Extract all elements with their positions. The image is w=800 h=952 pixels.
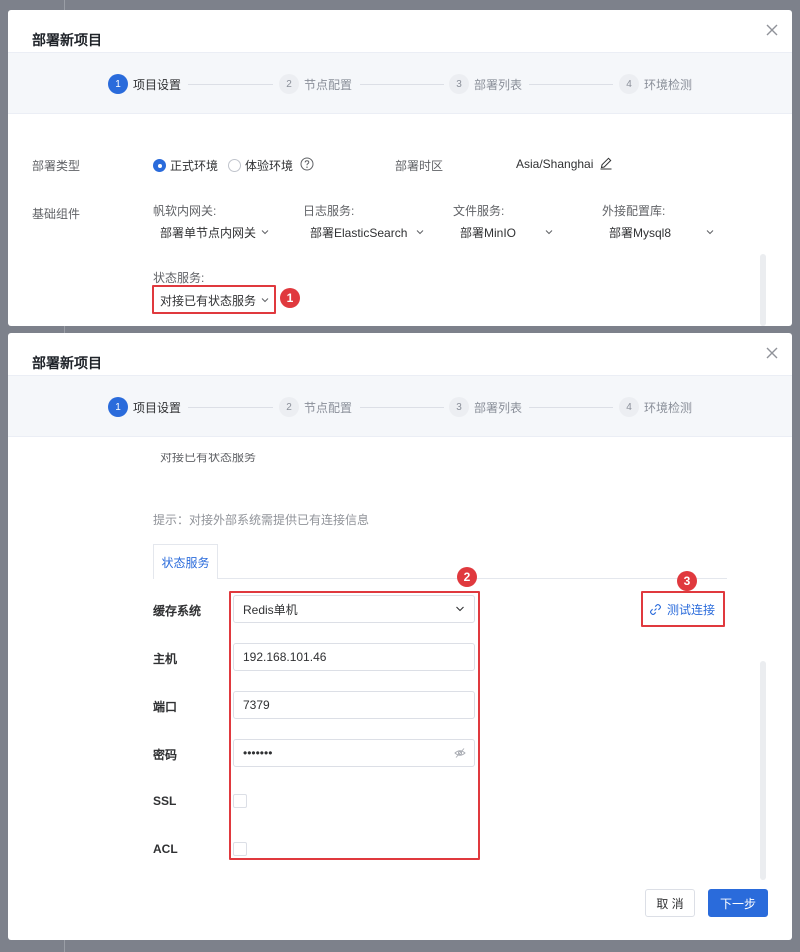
chevron-down-icon [261,230,269,235]
cancel-button[interactable]: 取 消 [645,889,695,917]
deploy-dialog-top: 部署新项目 1 项目设置 2 节点配置 3 部署列表 4 环境检测 部署类型 正… [8,10,792,326]
chevron-down-icon [417,230,424,235]
radio-production[interactable]: 正式环境 [153,157,218,174]
config-db-select[interactable]: 部署Mysql8 [609,221,715,243]
step-node-config: 2 节点配置 [279,397,352,417]
test-connection-button[interactable]: 测试连接 [649,601,715,618]
radio-dot [228,159,241,172]
annotation-badge-1: 1 [280,288,300,308]
cache-system-label: 缓存系统 [153,604,202,618]
annotation-badge-3: 3 [677,571,697,591]
scrollbar[interactable] [760,661,766,880]
edit-icon[interactable] [599,156,613,170]
state-service-select[interactable]: 对接已有状态服务 [160,289,270,311]
step-env-check: 4 环境检测 [619,74,692,94]
host-label: 主机 [153,652,178,666]
annotation-badge-2: 2 [457,567,477,587]
stepper: 1 项目设置 2 节点配置 3 部署列表 4 环境检测 [8,375,792,437]
step-connector [529,407,613,408]
step-deploy-list: 3 部署列表 [449,74,522,94]
chevron-down-icon [706,230,714,235]
annotation-box-2 [229,591,480,860]
close-icon[interactable] [764,345,780,361]
log-service-select[interactable]: 部署ElasticSearch [310,221,425,243]
ssl-checkbox[interactable] [233,794,247,808]
link-icon [650,604,661,615]
radio-trial[interactable]: 体验环境 [228,157,293,174]
step-project-settings: 1 项目设置 [108,397,181,417]
file-service-label: 文件服务: [453,204,505,218]
deploy-dialog-bottom: 部署新项目 1 项目设置 2 节点配置 3 部署列表 4 环境检测 对接已有状态… [8,333,792,940]
host-input[interactable]: 192.168.101.46 [233,643,475,671]
state-service-select-clipped: 对接已有状态服务 [160,453,257,463]
radio-dot [153,159,166,172]
tab-state-service[interactable]: 状态服务 [153,544,218,579]
state-service-label: 状态服务: [153,271,205,285]
stepper: 1 项目设置 2 节点配置 3 部署列表 4 环境检测 [8,52,792,114]
scrollbar[interactable] [760,254,766,326]
step-connector [529,84,613,85]
password-input[interactable]: ••••••• [233,739,475,767]
acl-label: ACL [153,842,178,856]
step-connector [188,407,273,408]
file-service-select[interactable]: 部署MinIO [460,221,554,243]
port-label: 端口 [153,700,178,714]
timezone-label: 部署时区 [395,159,444,173]
step-project-settings: 1 项目设置 [108,74,181,94]
step-connector [360,407,444,408]
chevron-down-icon [545,230,553,235]
acl-checkbox[interactable] [233,842,247,856]
chevron-down-icon [261,298,269,303]
port-input[interactable]: 7379 [233,691,475,719]
hint-text: 提示：对接外部系统需提供已有连接信息 [153,513,370,527]
next-step-button[interactable]: 下一步 [708,889,768,917]
timezone-value: Asia/Shanghai [516,157,594,171]
log-service-label: 日志服务: [303,204,355,218]
chevron-down-icon [456,606,464,612]
config-db-label: 外接配置库: [602,204,666,218]
step-env-check: 4 环境检测 [619,397,692,417]
ssl-label: SSL [153,794,177,808]
help-icon[interactable] [300,157,314,171]
gateway-select[interactable]: 部署单节点内网关 [160,221,270,243]
dialog-title: 部署新项目 [32,32,102,48]
step-connector [188,84,273,85]
close-icon[interactable] [764,22,780,38]
step-node-config: 2 节点配置 [279,74,352,94]
step-deploy-list: 3 部署列表 [449,397,522,417]
deploy-type-label: 部署类型 [32,159,81,173]
gateway-label: 帆软内网关: [153,204,217,218]
components-label: 基础组件 [32,207,81,221]
step-connector [360,84,444,85]
dialog-title: 部署新项目 [32,355,102,371]
cache-system-select[interactable]: Redis单机 [233,595,475,623]
password-label: 密码 [153,748,178,762]
eye-off-icon[interactable] [454,747,466,759]
